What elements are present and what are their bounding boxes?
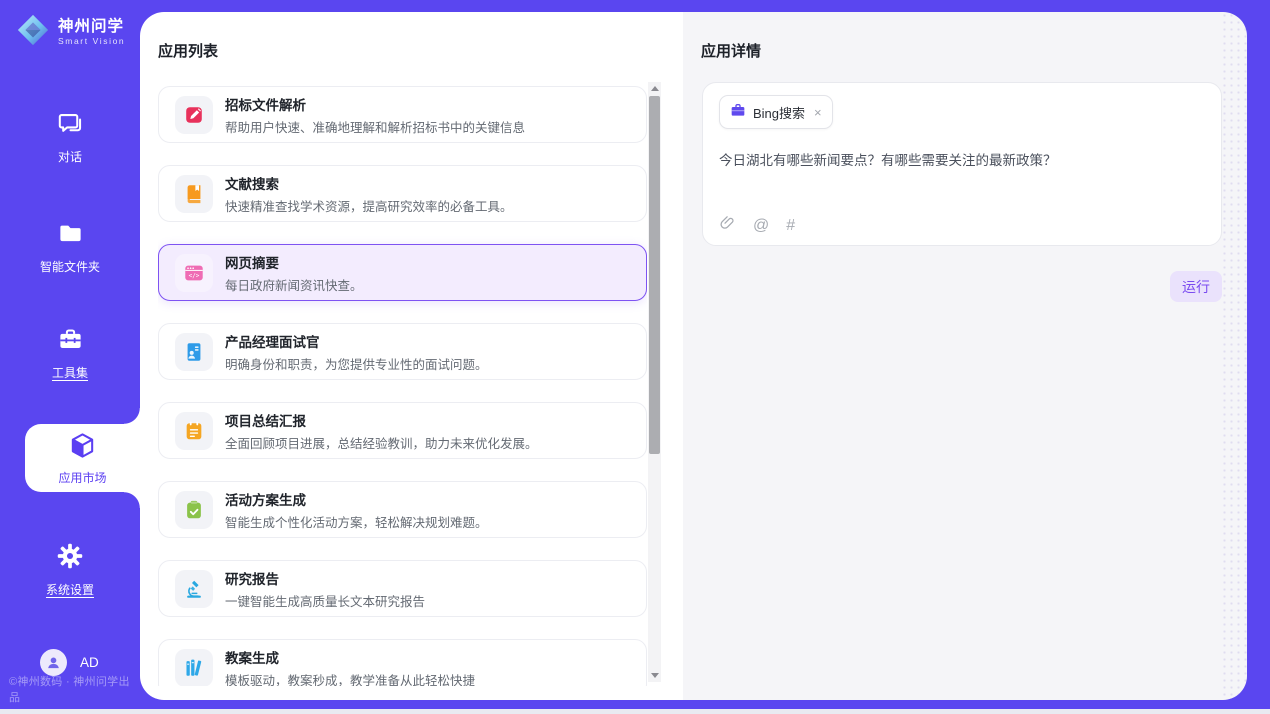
app-card-title: 文献搜索 — [225, 173, 513, 193]
app-card-desc: 帮助用户快速、准确地理解和解析招标书中的关键信息 — [225, 117, 525, 136]
clipboard-check-icon — [175, 491, 213, 529]
app-list-title: 应用列表 — [158, 40, 218, 61]
avatar — [40, 649, 67, 676]
hashtag-icon[interactable]: # — [786, 218, 795, 234]
triangle-up-icon — [651, 86, 659, 91]
app-card-web-summary[interactable]: </> 网页摘要 每日政府新闻资讯快查。 — [158, 244, 647, 301]
gear-icon — [56, 542, 84, 575]
input-toolbar: @ # — [719, 215, 795, 237]
app-list-scrollbar[interactable] — [648, 82, 661, 682]
app-card-pm-interviewer[interactable]: 产品经理面试官 明确身份和职责，为您提供专业性的面试问题。 — [158, 323, 647, 380]
app-card-research-report[interactable]: 研究报告 一键智能生成高质量长文本研究报告 — [158, 560, 647, 617]
app-card-title: 项目总结汇报 — [225, 410, 538, 430]
app-card-desc: 智能生成个性化活动方案，轻松解决规划难题。 — [225, 512, 488, 531]
tool-chip-label: Bing搜索 — [753, 103, 805, 122]
scroll-up-button[interactable] — [648, 82, 661, 95]
brand-name: 神州问学 — [58, 18, 125, 35]
resume-icon — [175, 333, 213, 371]
app-window: 神州问学 Smart Vision 对话 智能文件夹 — [0, 0, 1270, 714]
app-list-panel: 应用列表 招标文件解析 帮助用户快速、准确地理解和解析招标书中的关键信息 — [140, 12, 683, 700]
app-logo: 神州问学 Smart Vision — [16, 13, 125, 52]
app-card-title: 活动方案生成 — [225, 489, 488, 509]
app-card-literature-search[interactable]: 文献搜索 快速精准查找学术资源，提高研究效率的必备工具。 — [158, 165, 647, 222]
app-detail-panel: 应用详情 Bing搜索 × 今日湖北有哪些新闻要点？有哪些需要关注的最新政策？ — [683, 12, 1247, 700]
query-input-card: Bing搜索 × 今日湖北有哪些新闻要点？有哪些需要关注的最新政策？ @ # — [702, 82, 1222, 246]
app-detail-title: 应用详情 — [701, 40, 761, 61]
logo-diamond-icon — [16, 13, 50, 52]
user-name: AD — [80, 655, 99, 670]
app-card-desc: 全面回顾项目进展，总结经验教训，助力未来优化发展。 — [225, 433, 538, 452]
app-card-list: 招标文件解析 帮助用户快速、准确地理解和解析招标书中的关键信息 文献搜索 快速精… — [158, 86, 647, 686]
svg-text:</>: </> — [189, 272, 200, 279]
chat-icon — [57, 110, 84, 142]
sidebar-item-settings[interactable]: 系统设置 — [0, 542, 140, 598]
user-account[interactable]: AD — [40, 649, 99, 676]
sidebar-item-label: 系统设置 — [46, 581, 94, 598]
app-card-desc: 明确身份和职责，为您提供专业性的面试问题。 — [225, 354, 488, 373]
app-card-lesson-plan[interactable]: 教案生成 模板驱动，教案秒成，教学准备从此轻松快捷 — [158, 639, 647, 686]
triangle-down-icon — [651, 673, 659, 678]
scroll-down-button[interactable] — [648, 669, 661, 682]
app-card-bid-analysis[interactable]: 招标文件解析 帮助用户快速、准确地理解和解析招标书中的关键信息 — [158, 86, 647, 143]
app-card-title: 招标文件解析 — [225, 94, 525, 114]
book-icon — [175, 175, 213, 213]
app-card-desc: 每日政府新闻资讯快查。 — [225, 275, 363, 294]
scrollbar-thumb[interactable] — [649, 96, 660, 454]
sidebar-item-label: 工具集 — [52, 364, 88, 381]
toolbox-icon — [57, 326, 84, 358]
run-button[interactable]: 运行 — [1170, 271, 1222, 302]
sidebar-item-app-market[interactable]: 应用市场 — [25, 424, 140, 492]
query-text-input[interactable]: 今日湖北有哪些新闻要点？有哪些需要关注的最新政策？ — [719, 149, 1205, 169]
app-card-title: 产品经理面试官 — [225, 331, 488, 351]
app-card-desc: 一键智能生成高质量长文本研究报告 — [225, 591, 425, 610]
close-icon[interactable]: × — [814, 105, 822, 120]
microscope-icon — [175, 570, 213, 608]
app-card-desc: 模板驱动，教案秒成，教学准备从此轻松快捷 — [225, 670, 475, 687]
sidebar-item-label: 智能文件夹 — [40, 258, 100, 275]
sidebar-item-label: 对话 — [58, 148, 82, 165]
notepad-icon — [175, 412, 213, 450]
paperclip-icon[interactable] — [719, 215, 736, 237]
brand-subtitle: Smart Vision — [58, 37, 125, 46]
app-card-desc: 快速精准查找学术资源，提高研究效率的必备工具。 — [225, 196, 513, 215]
copyright-footer: ©神州数码 · 神州问学出品 — [9, 673, 139, 705]
app-card-title: 研究报告 — [225, 568, 425, 588]
briefcase-icon — [730, 102, 746, 123]
sidebar-item-smart-folder[interactable]: 智能文件夹 — [0, 220, 140, 275]
folder-icon — [57, 220, 84, 252]
mention-icon[interactable]: @ — [753, 218, 769, 234]
tool-chip-bing-search[interactable]: Bing搜索 × — [719, 95, 833, 129]
books-icon — [175, 649, 213, 687]
webpage-code-icon: </> — [175, 254, 213, 292]
edit-document-icon — [175, 96, 213, 134]
sidebar-item-label: 应用市场 — [58, 469, 106, 486]
app-card-project-summary[interactable]: 项目总结汇报 全面回顾项目进展，总结经验教训，助力未来优化发展。 — [158, 402, 647, 459]
cube-icon — [68, 431, 97, 465]
sidebar-item-toolset[interactable]: 工具集 — [0, 326, 140, 381]
sidebar-item-chat[interactable]: 对话 — [0, 110, 140, 165]
app-card-title: 教案生成 — [225, 647, 475, 667]
app-card-title: 网页摘要 — [225, 252, 363, 272]
app-card-event-plan[interactable]: 活动方案生成 智能生成个性化活动方案，轻松解决规划难题。 — [158, 481, 647, 538]
